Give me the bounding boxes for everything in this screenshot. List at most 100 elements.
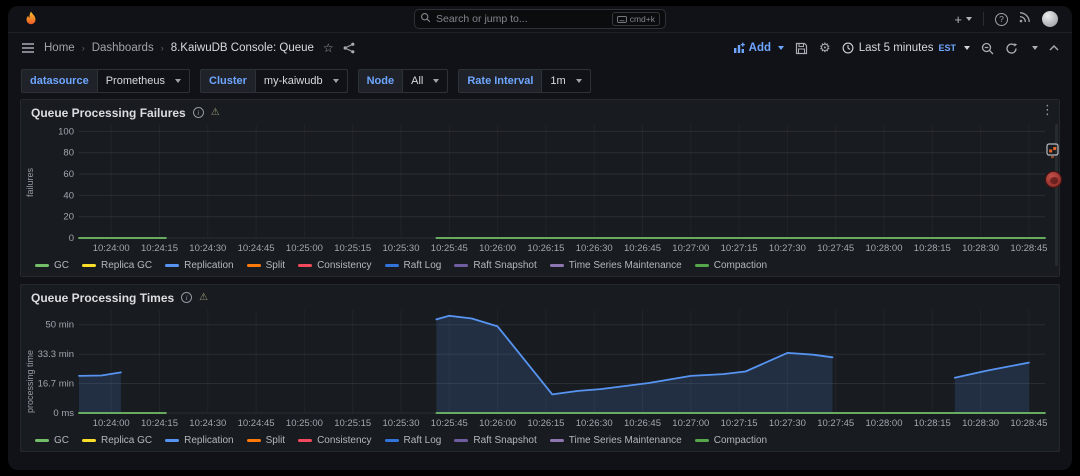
- legend-item[interactable]: Compaction: [695, 260, 767, 271]
- legend-item[interactable]: Compaction: [695, 435, 767, 446]
- collapse-chevron-up-icon[interactable]: [1049, 45, 1059, 51]
- extension-grid-icon[interactable]: [1046, 143, 1059, 164]
- chevron-down-icon: [433, 79, 439, 83]
- dashboard-settings-gear-icon[interactable]: ⚙: [819, 40, 831, 56]
- legend-swatch: [82, 439, 96, 442]
- time-series-chart[interactable]: 10:24:0010:24:1510:24:3010:24:4510:25:00…: [25, 121, 1055, 254]
- legend-swatch: [695, 439, 709, 442]
- svg-text:10:25:15: 10:25:15: [334, 418, 371, 429]
- search-box[interactable]: cmd+k: [414, 9, 666, 29]
- filter-label: Node: [358, 69, 403, 93]
- user-avatar[interactable]: [1042, 11, 1058, 27]
- legend-label: Replication: [184, 435, 233, 446]
- svg-text:10:25:45: 10:25:45: [431, 418, 468, 429]
- filter-datasource-dropdown[interactable]: Prometheus: [97, 69, 190, 93]
- add-panel-button[interactable]: Add: [733, 42, 784, 54]
- new-menu-button[interactable]: +: [954, 12, 972, 27]
- svg-text:20: 20: [63, 212, 74, 223]
- refresh-icon[interactable]: [1005, 42, 1018, 55]
- panel-queue-processing-failures: Queue Processing Failures i ⚠ ⋮ failures…: [20, 99, 1060, 277]
- share-icon[interactable]: [343, 42, 355, 54]
- svg-text:10:25:30: 10:25:30: [383, 243, 420, 254]
- search-icon: [420, 10, 431, 28]
- search-input[interactable]: [436, 13, 607, 25]
- legend-item[interactable]: Replication: [165, 260, 233, 271]
- legend-item[interactable]: Time Series Maintenance: [550, 435, 682, 446]
- time-series-chart[interactable]: 10:24:0010:24:1510:24:3010:24:4510:25:00…: [25, 306, 1055, 429]
- favorite-star-icon[interactable]: ☆: [323, 41, 334, 55]
- legend-item[interactable]: Replica GC: [82, 435, 152, 446]
- legend-item[interactable]: Replication: [165, 435, 233, 446]
- extension-badge-icon[interactable]: [1045, 171, 1062, 188]
- legend-item[interactable]: Consistency: [298, 435, 371, 446]
- svg-text:10:27:45: 10:27:45: [817, 243, 854, 254]
- legend-item[interactable]: Split: [247, 435, 285, 446]
- panel-menu-button[interactable]: ⋮: [1041, 103, 1054, 116]
- chart-legend: GC Replica GC Replication Split Consistency R…: [21, 259, 1059, 276]
- filter-label: Rate Interval: [458, 69, 541, 93]
- warning-icon[interactable]: ⚠: [211, 108, 220, 118]
- svg-text:0 ms: 0 ms: [53, 408, 74, 419]
- divider: [983, 12, 984, 26]
- svg-text:10:28:00: 10:28:00: [866, 418, 903, 429]
- info-icon[interactable]: i: [193, 107, 204, 118]
- grafana-logo-icon[interactable]: [22, 10, 40, 28]
- svg-text:16.7 min: 16.7 min: [38, 379, 74, 390]
- legend-item[interactable]: GC: [35, 260, 69, 271]
- svg-text:50 min: 50 min: [45, 320, 74, 331]
- y-axis-label: failures: [25, 168, 35, 197]
- legend-item[interactable]: Raft Log: [385, 435, 442, 446]
- svg-text:10:28:15: 10:28:15: [914, 418, 951, 429]
- zoom-out-icon[interactable]: [981, 42, 994, 55]
- filter-node-dropdown[interactable]: All: [402, 69, 448, 93]
- help-icon[interactable]: ?: [995, 13, 1008, 26]
- svg-text:10:24:45: 10:24:45: [238, 418, 275, 429]
- legend-item[interactable]: Split: [247, 260, 285, 271]
- svg-text:100: 100: [58, 126, 74, 137]
- legend-item[interactable]: Time Series Maintenance: [550, 260, 682, 271]
- warning-icon[interactable]: ⚠: [199, 293, 208, 303]
- svg-text:10:27:00: 10:27:00: [672, 243, 709, 254]
- legend-item[interactable]: Raft Snapshot: [454, 435, 536, 446]
- svg-text:40: 40: [63, 190, 74, 201]
- filter-cluster-dropdown[interactable]: my-kaiwudb: [255, 69, 348, 93]
- svg-text:10:28:30: 10:28:30: [962, 418, 999, 429]
- news-rss-icon[interactable]: [1019, 10, 1031, 28]
- top-bar: cmd+k + ?: [8, 6, 1072, 33]
- time-range-picker[interactable]: Last 5 minutes EST: [842, 42, 970, 54]
- legend-swatch: [454, 439, 468, 442]
- legend-label: Split: [266, 260, 285, 271]
- filter-cluster: Cluster my-kaiwudb: [200, 69, 348, 93]
- breadcrumb-current: 8.KaiwuDB Console: Queue: [171, 42, 314, 54]
- svg-text:10:26:15: 10:26:15: [527, 243, 564, 254]
- breadcrumb-home[interactable]: Home: [44, 42, 75, 54]
- save-dashboard-icon[interactable]: [795, 42, 808, 55]
- svg-text:10:24:30: 10:24:30: [189, 418, 226, 429]
- svg-text:10:28:45: 10:28:45: [1010, 243, 1047, 254]
- svg-text:10:25:00: 10:25:00: [286, 243, 323, 254]
- refresh-interval-chevron-icon[interactable]: [1032, 46, 1038, 50]
- clock-icon: [842, 42, 854, 54]
- chevron-down-icon: [175, 79, 181, 83]
- svg-text:10:24:00: 10:24:00: [93, 418, 130, 429]
- legend-label: Raft Snapshot: [473, 435, 536, 446]
- legend-item[interactable]: Consistency: [298, 260, 371, 271]
- filter-node: Node All: [358, 69, 449, 93]
- hamburger-menu-icon[interactable]: [21, 42, 35, 54]
- panel-title[interactable]: Queue Processing Failures: [31, 106, 186, 120]
- variable-filter-row: datasource Prometheus Cluster my-kaiwudb…: [8, 63, 1072, 99]
- legend-swatch: [165, 439, 179, 442]
- legend-item[interactable]: Replica GC: [82, 260, 152, 271]
- svg-text:10:27:00: 10:27:00: [672, 418, 709, 429]
- legend-swatch: [247, 439, 261, 442]
- breadcrumb-dashboards[interactable]: Dashboards: [92, 42, 154, 54]
- legend-item[interactable]: Raft Snapshot: [454, 260, 536, 271]
- legend-swatch: [35, 264, 49, 267]
- legend-item[interactable]: Raft Log: [385, 260, 442, 271]
- info-icon[interactable]: i: [181, 292, 192, 303]
- legend-item[interactable]: GC: [35, 435, 69, 446]
- filter-rate-interval-dropdown[interactable]: 1m: [541, 69, 590, 93]
- grafana-app: cmd+k + ?: [8, 6, 1072, 470]
- legend-label: Consistency: [317, 260, 371, 271]
- panel-title[interactable]: Queue Processing Times: [31, 291, 174, 305]
